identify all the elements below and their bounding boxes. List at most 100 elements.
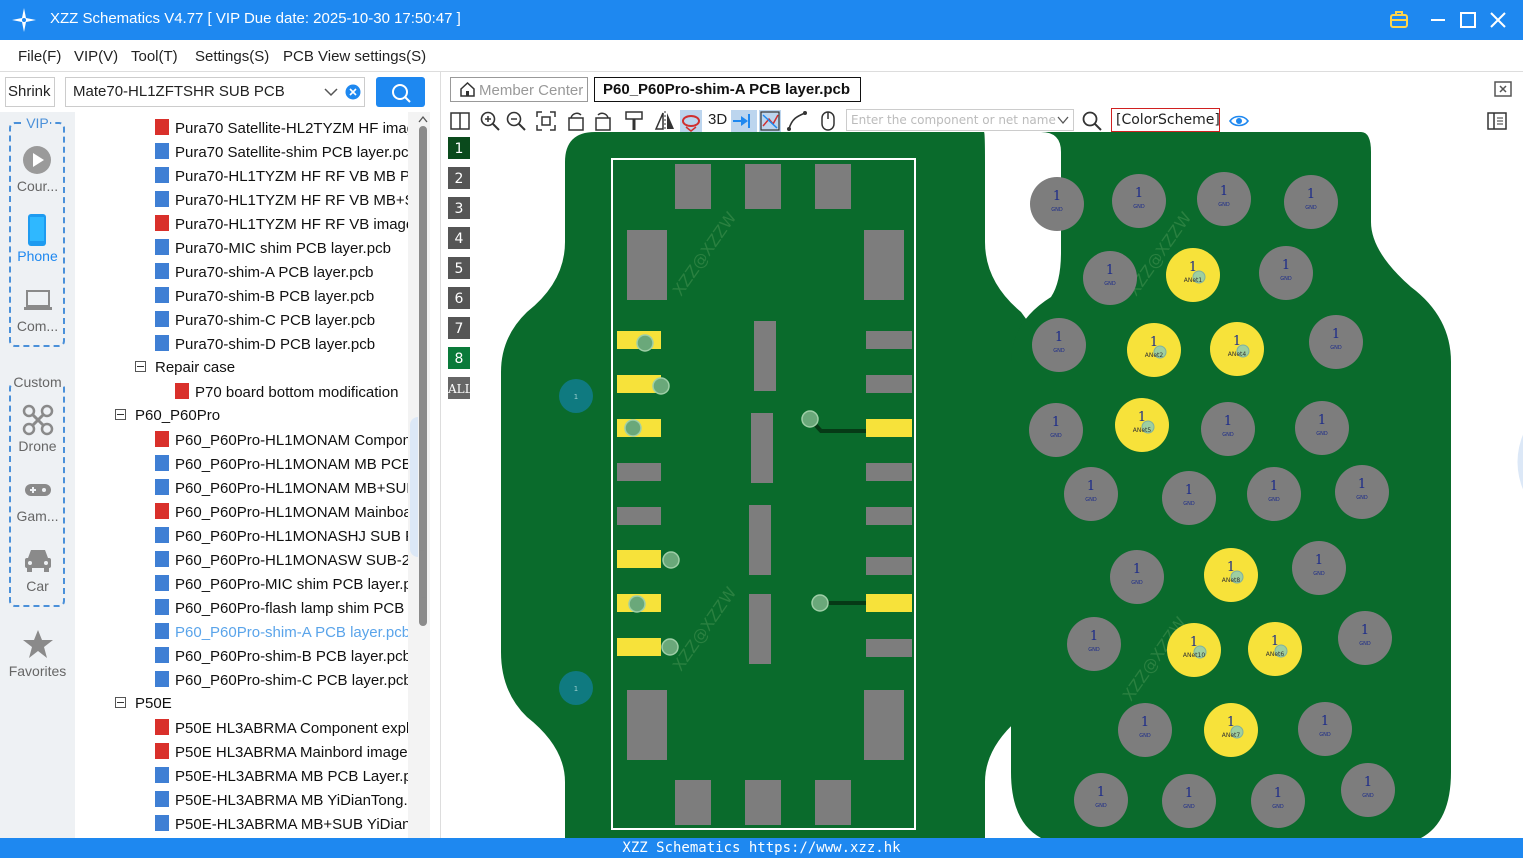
- tree-row[interactable]: Pura70-HL1TYZM HF RF VB MB+SUB: [155, 191, 408, 215]
- project-combo[interactable]: Mate70-HL1ZFTSHR SUB PCB: [65, 77, 365, 107]
- menu-pcb-view-settings[interactable]: PCB View settings(S): [283, 48, 426, 65]
- maximize-icon[interactable]: [1456, 8, 1480, 32]
- scroll-up-icon[interactable]: [418, 115, 428, 123]
- tree-row[interactable]: P50E-HL3ABRMA MB+SUB YiDianTong: [155, 815, 408, 838]
- mouse-icon[interactable]: [817, 110, 839, 132]
- format-brush-icon[interactable]: [623, 110, 645, 132]
- tree-row[interactable]: P50E: [115, 695, 408, 719]
- layer-button-6[interactable]: 6: [447, 286, 471, 310]
- tree-row[interactable]: P60_P60Pro-HL1MONAM Component: [155, 431, 408, 455]
- drone-icon[interactable]: [22, 404, 54, 436]
- tree-row[interactable]: P50E-HL3ABRMA MB PCB Layer.pcb: [155, 767, 408, 791]
- layer-button-3[interactable]: 3: [447, 196, 471, 220]
- layer-button-1[interactable]: 1: [447, 136, 471, 160]
- draw-line-icon[interactable]: [786, 110, 808, 132]
- layer-button-2[interactable]: 2: [447, 166, 471, 190]
- layer-button-7[interactable]: 7: [447, 316, 471, 340]
- car-icon[interactable]: [22, 544, 54, 576]
- tree-row[interactable]: Pura70-shim-A PCB layer.pcb: [155, 263, 408, 287]
- split-view-icon[interactable]: [449, 110, 471, 132]
- nav-car[interactable]: Car: [0, 578, 75, 594]
- tab-active-file[interactable]: P60_P60Pro-shim-A PCB layer.pcb: [594, 77, 861, 102]
- layer-button-all[interactable]: ALL: [447, 376, 473, 400]
- tree-row[interactable]: P70 board bottom modification: [175, 383, 408, 407]
- gnd-label: GND: [1095, 803, 1107, 809]
- chevron-down-icon[interactable]: [324, 86, 338, 98]
- layer-button-8[interactable]: 8: [447, 346, 471, 370]
- gamepad-icon[interactable]: [22, 474, 54, 506]
- tree-row[interactable]: P60_P60Pro-HL1MONAM MB PCB: [155, 455, 408, 479]
- layer-button-4[interactable]: 4: [447, 226, 471, 250]
- tree-row[interactable]: P60_P60Pro-shim-A PCB layer.pcb: [155, 623, 408, 647]
- briefcase-icon[interactable]: [1387, 8, 1411, 32]
- tree-row[interactable]: P60_P60Pro: [115, 407, 408, 431]
- tree-row[interactable]: Pura70-MIC shim PCB layer.pcb: [155, 239, 408, 263]
- clear-icon[interactable]: [345, 84, 361, 100]
- menu-vip[interactable]: VIP(V): [74, 48, 118, 65]
- tree-row[interactable]: P50E HL3ABRMA Component explain: [155, 719, 408, 743]
- menu-settings[interactable]: Settings(S): [195, 48, 269, 65]
- color-scheme-button[interactable]: [ColorScheme]: [1111, 108, 1220, 132]
- eye-icon[interactable]: [1228, 110, 1250, 132]
- tree-row[interactable]: P60_P60Pro-flash lamp shim PCB layer: [155, 599, 408, 623]
- menu-tool[interactable]: Tool(T): [131, 48, 178, 65]
- zoom-in-icon[interactable]: [479, 110, 501, 132]
- nav-drone[interactable]: Drone: [0, 438, 75, 454]
- fit-view-icon[interactable]: [535, 110, 557, 132]
- tree-row[interactable]: P60_P60Pro-HL1MONASW SUB-2 PCB: [155, 551, 408, 575]
- tree-row[interactable]: P60_P60Pro-shim-B PCB layer.pcb: [155, 647, 408, 671]
- tree-scrollbar[interactable]: [408, 112, 430, 838]
- collapse-icon[interactable]: [115, 409, 126, 420]
- phone-icon[interactable]: [26, 214, 48, 246]
- nav-game[interactable]: Gam...: [0, 508, 75, 524]
- tree-row[interactable]: Repair case: [135, 359, 408, 383]
- pcb-canvas[interactable]: 1 1 XZZ@XZZW XZZ@XZZW XZZ@XZZW XZZ@XZZW 1 GND 1 G…: [481, 132, 1523, 838]
- tree-row[interactable]: Pura70 Satellite-HL2TYZM HF image: [155, 119, 408, 143]
- tree-row[interactable]: Pura70 Satellite-shim PCB layer.pcb: [155, 143, 408, 167]
- tree-row[interactable]: P60_P60Pro-HL1MONAM Mainboard: [155, 503, 408, 527]
- menu-file[interactable]: File(F): [18, 48, 61, 65]
- tree-row[interactable]: P60_P60Pro-MIC shim PCB layer.pcb: [155, 575, 408, 599]
- side-panel-icon[interactable]: [1486, 110, 1508, 132]
- zoom-out-icon[interactable]: [505, 110, 527, 132]
- nav-phone[interactable]: Phone: [0, 248, 75, 264]
- star-icon[interactable]: [22, 628, 54, 660]
- tree-row[interactable]: P50E HL3ABRMA Mainbord image.pdf: [155, 743, 408, 767]
- tab-member-center[interactable]: Member Center: [450, 77, 588, 102]
- panel-collapse-handle[interactable]: [410, 417, 418, 557]
- collapse-icon[interactable]: [135, 361, 146, 372]
- tree-row[interactable]: Pura70-shim-D PCB layer.pcb: [155, 335, 408, 359]
- shrink-button[interactable]: Shrink: [5, 77, 55, 107]
- pcb-drawing[interactable]: 11XZZ@XZZWXZZ@XZZWXZZ@XZZWXZZ@XZZW1GND1G…: [481, 132, 1523, 838]
- close-icon[interactable]: [1486, 8, 1510, 32]
- net-search-input[interactable]: Enter the component or net name: [846, 109, 1074, 131]
- search-button[interactable]: [376, 77, 425, 107]
- tree-row[interactable]: P60_P60Pro-HL1MONAM MB+SUB: [155, 479, 408, 503]
- tree-row[interactable]: P60_P60Pro-HL1MONASHJ SUB PCB: [155, 527, 408, 551]
- tree-row[interactable]: Pura70-HL1TYZM HF RF VB image.pdf: [155, 215, 408, 239]
- layer-button-5[interactable]: 5: [447, 256, 471, 280]
- laptop-icon[interactable]: [22, 284, 54, 316]
- net-dropdown-icon[interactable]: [1057, 115, 1069, 125]
- arrow-select-icon[interactable]: [731, 110, 757, 132]
- net-trace-icon[interactable]: [759, 110, 781, 132]
- tree-row[interactable]: Pura70-shim-B PCB layer.pcb: [155, 287, 408, 311]
- tree-row[interactable]: P60_P60Pro-shim-C PCB layer.pcb: [155, 671, 408, 695]
- mirror-icon[interactable]: [654, 110, 676, 132]
- rotate-right-icon[interactable]: [592, 110, 614, 132]
- collapse-icon[interactable]: [115, 697, 126, 708]
- scroll-thumb[interactable]: [419, 550, 427, 598]
- 3d-view-toggle[interactable]: 3D: [708, 111, 727, 128]
- tree-row[interactable]: P50E-HL3ABRMA MB YiDianTong.pcb: [155, 791, 408, 815]
- nav-favorites[interactable]: Favorites: [0, 663, 75, 679]
- tree-row[interactable]: Pura70-shim-C PCB layer.pcb: [155, 311, 408, 335]
- minimize-icon[interactable]: [1426, 8, 1450, 32]
- highlight-net-icon[interactable]: [680, 110, 702, 132]
- close-tab-icon[interactable]: [1493, 80, 1513, 98]
- play-icon[interactable]: [21, 144, 53, 176]
- rotate-left-icon[interactable]: [565, 110, 587, 132]
- tree-row[interactable]: Pura70-HL1TYZM HF RF VB MB PCB: [155, 167, 408, 191]
- nav-computer[interactable]: Com...: [0, 318, 75, 334]
- net-search-icon[interactable]: [1081, 110, 1103, 132]
- nav-course[interactable]: Cour...: [0, 178, 75, 194]
